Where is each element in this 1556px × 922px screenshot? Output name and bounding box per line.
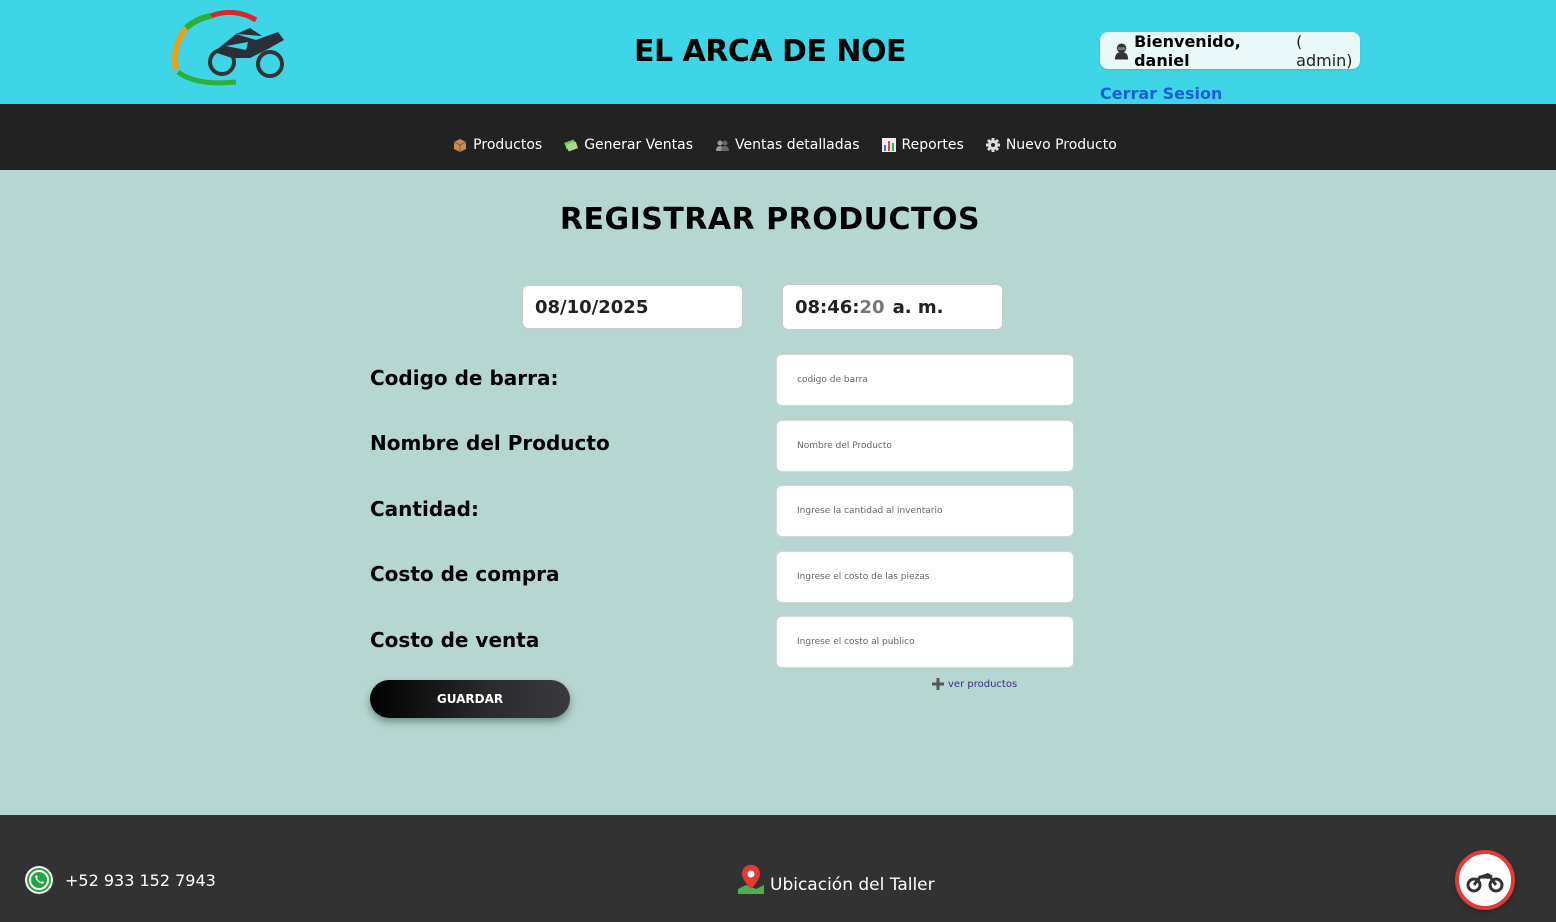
barcode-label: Codigo de barra: bbox=[370, 366, 559, 390]
save-button[interactable]: GUARDAR bbox=[370, 680, 570, 718]
product-name-input[interactable] bbox=[776, 420, 1074, 472]
bar-chart-icon bbox=[881, 138, 896, 152]
date-field[interactable]: 08/10/2025 bbox=[522, 285, 743, 329]
view-products-label: ver productos bbox=[948, 678, 1018, 690]
location-label: Ubicación del Taller bbox=[770, 875, 935, 895]
user-role: ( admin) bbox=[1296, 31, 1353, 70]
time-hm: 08:46: bbox=[795, 296, 860, 318]
nav-label: Ventas detalladas bbox=[735, 137, 860, 153]
workshop-location-link[interactable]: Ubicación del Taller bbox=[736, 863, 935, 895]
nav-label: Nuevo Producto bbox=[1005, 137, 1117, 153]
nav-item-reportes[interactable]: Reportes bbox=[881, 137, 964, 153]
nav-item-generar-ventas[interactable]: Generar Ventas bbox=[564, 137, 693, 153]
sale-cost-label: Costo de venta bbox=[370, 628, 540, 652]
user-icon bbox=[1114, 42, 1129, 59]
money-icon bbox=[564, 139, 579, 152]
people-icon bbox=[716, 140, 730, 151]
nav-item-ventas-detalladas[interactable]: Ventas detalladas bbox=[715, 137, 860, 153]
nav-label: Generar Ventas bbox=[584, 137, 694, 153]
time-field[interactable]: 08:46: 20 a. m. bbox=[782, 284, 1003, 330]
footer: +52 933 152 7943 Ubicación del Taller bbox=[0, 815, 1556, 922]
box-icon bbox=[453, 139, 467, 152]
view-products-link[interactable]: ver productos bbox=[932, 678, 1017, 690]
time-ampm: a. m. bbox=[892, 296, 944, 318]
whatsapp-contact[interactable]: +52 933 152 7943 bbox=[24, 865, 216, 895]
map-pin-icon bbox=[738, 865, 764, 894]
motorcycle-badge[interactable] bbox=[1455, 850, 1515, 910]
welcome-text: Bienvenido, daniel bbox=[1134, 31, 1241, 70]
date-value: 08/10/2025 bbox=[535, 296, 649, 318]
main-nav: Productos Generar Ventas Ventas detallad… bbox=[0, 104, 1556, 170]
nav-item-nuevo-producto[interactable]: Nuevo Producto bbox=[985, 137, 1117, 153]
welcome-badge: Bienvenido, daniel ( admin) bbox=[1100, 31, 1360, 70]
logout-link[interactable]: Cerrar Sesion bbox=[1100, 84, 1222, 103]
purchase-cost-input[interactable] bbox=[776, 551, 1074, 603]
nav-label: Reportes bbox=[901, 137, 964, 153]
quantity-label: Cantidad: bbox=[370, 497, 479, 521]
barcode-input[interactable] bbox=[776, 354, 1074, 406]
sale-cost-input[interactable] bbox=[776, 616, 1074, 668]
whatsapp-icon bbox=[25, 866, 53, 894]
gear-icon bbox=[985, 138, 1000, 152]
nav-item-productos[interactable]: Productos bbox=[453, 137, 542, 153]
nav-label: Productos bbox=[473, 137, 543, 153]
phone-number: +52 933 152 7943 bbox=[65, 870, 216, 890]
motorcycle-icon bbox=[1466, 873, 1504, 893]
time-seconds: 20 bbox=[859, 296, 885, 318]
quantity-input[interactable] bbox=[776, 485, 1074, 537]
header: EL ARCA DE NOE Bienvenido, daniel ( admi… bbox=[0, 0, 1556, 104]
plus-icon bbox=[932, 678, 944, 690]
purchase-cost-label: Costo de compra bbox=[370, 562, 560, 586]
page-title: REGISTRAR PRODUCTOS bbox=[559, 202, 981, 237]
product-name-label: Nombre del Producto bbox=[370, 431, 610, 455]
